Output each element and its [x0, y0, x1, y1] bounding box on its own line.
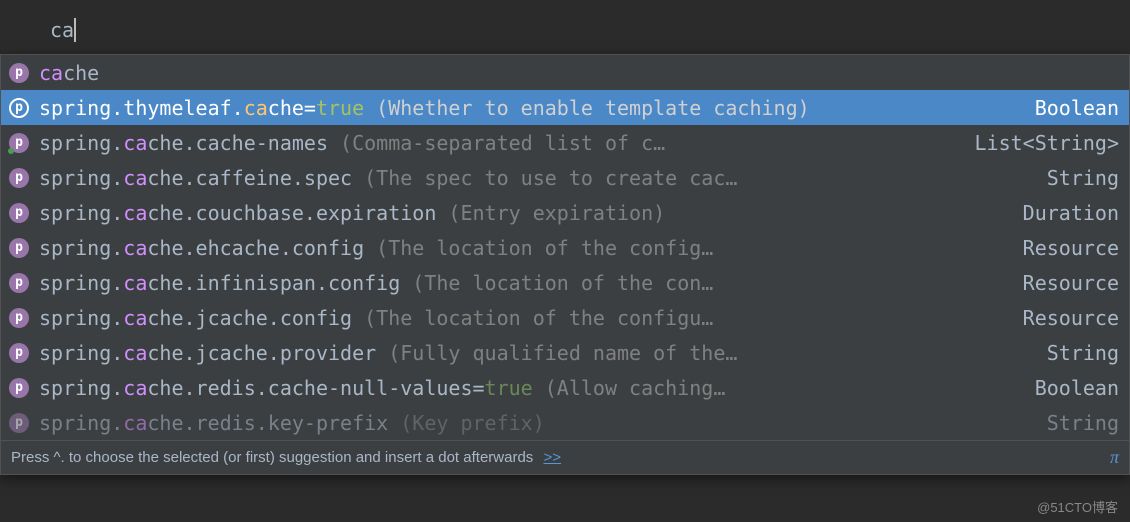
completion-type: String [1047, 166, 1119, 190]
typed-text: ca [50, 18, 74, 42]
completion-item[interactable]: p spring.cache.jcache.provider (Fully qua… [1, 335, 1129, 370]
completion-footer: Press ^. to choose the selected (or firs… [1, 440, 1129, 474]
completion-type: String [1047, 341, 1119, 365]
property-icon: p [9, 413, 29, 433]
completion-text: spring.cache.redis.cache-null-values=tru… [39, 376, 1023, 400]
footer-hint-text: Press ^. to choose the selected (or firs… [11, 449, 533, 466]
completion-list: pcachepspring.thymeleaf.cache=true (Whet… [1, 55, 1129, 440]
indicator-dot-icon [8, 148, 14, 154]
completion-popup: pcachepspring.thymeleaf.cache=true (Whet… [0, 54, 1130, 475]
completion-text: spring.thymeleaf.cache=true (Whether to … [39, 96, 1023, 120]
completion-item[interactable]: p spring.thymeleaf.cache=true (Whether to… [1, 90, 1129, 125]
pi-icon[interactable]: π [1110, 447, 1119, 468]
completion-type: Resource [1023, 306, 1119, 330]
input-line[interactable]: ca [0, 10, 1130, 50]
completion-item[interactable]: p spring.cache.couchbase.expiration (Entr… [1, 195, 1129, 230]
completion-item[interactable]: p spring.cache.jcache.config (The locatio… [1, 300, 1129, 335]
completion-item[interactable]: p spring.cache.ehcache.config (The locati… [1, 230, 1129, 265]
completion-type: Boolean [1035, 96, 1119, 120]
footer-more-link[interactable]: >> [543, 449, 561, 466]
completion-type: String [1047, 411, 1119, 435]
completion-text: spring.cache.infinispan.config (The loca… [39, 271, 1011, 295]
completion-item[interactable]: p spring.cache.infinispan.config (The loc… [1, 265, 1129, 300]
completion-text: spring.cache.redis.key-prefix (Key prefi… [39, 411, 1035, 435]
completion-type: Resource [1023, 236, 1119, 260]
completion-type: List<String> [975, 131, 1120, 155]
completion-text: spring.cache.couchbase.expiration (Entry… [39, 201, 1011, 225]
watermark: @51CTO博客 [1037, 497, 1118, 516]
completion-type: Resource [1023, 271, 1119, 295]
completion-text: spring.cache.caffeine.spec (The spec to … [39, 166, 1035, 190]
completion-item[interactable]: p spring.cache.redis.cache-null-values=tr… [1, 370, 1129, 405]
editor-area: ca pcachepspring.thymeleaf.cache=true (W… [0, 0, 1130, 475]
completion-text: spring.cache.ehcache.config (The locatio… [39, 236, 1011, 260]
completion-item[interactable]: pcache [1, 55, 1129, 90]
completion-text: spring.cache.cache-names (Comma-separate… [39, 131, 963, 155]
property-icon: p [9, 98, 29, 118]
completion-type: Duration [1023, 201, 1119, 225]
property-icon: p [9, 238, 29, 258]
property-icon: p [9, 168, 29, 188]
completion-item[interactable]: p spring.cache.caffeine.spec (The spec to… [1, 160, 1129, 195]
property-icon: p [9, 308, 29, 328]
property-icon: p [9, 378, 29, 398]
property-icon: p [9, 343, 29, 363]
property-icon: p [9, 133, 29, 153]
property-icon: p [9, 273, 29, 293]
completion-item[interactable]: p spring.cache.cache-names (Comma-separat… [1, 125, 1129, 160]
completion-type: Boolean [1035, 376, 1119, 400]
completion-text: cache [39, 61, 1119, 85]
property-icon: p [9, 203, 29, 223]
completion-item[interactable]: p spring.cache.redis.key-prefix (Key pref… [1, 405, 1129, 440]
text-cursor [74, 18, 76, 42]
footer-hint: Press ^. to choose the selected (or firs… [11, 449, 1110, 466]
property-icon: p [9, 63, 29, 83]
completion-text: spring.cache.jcache.provider (Fully qual… [39, 341, 1035, 365]
completion-text: spring.cache.jcache.config (The location… [39, 306, 1011, 330]
